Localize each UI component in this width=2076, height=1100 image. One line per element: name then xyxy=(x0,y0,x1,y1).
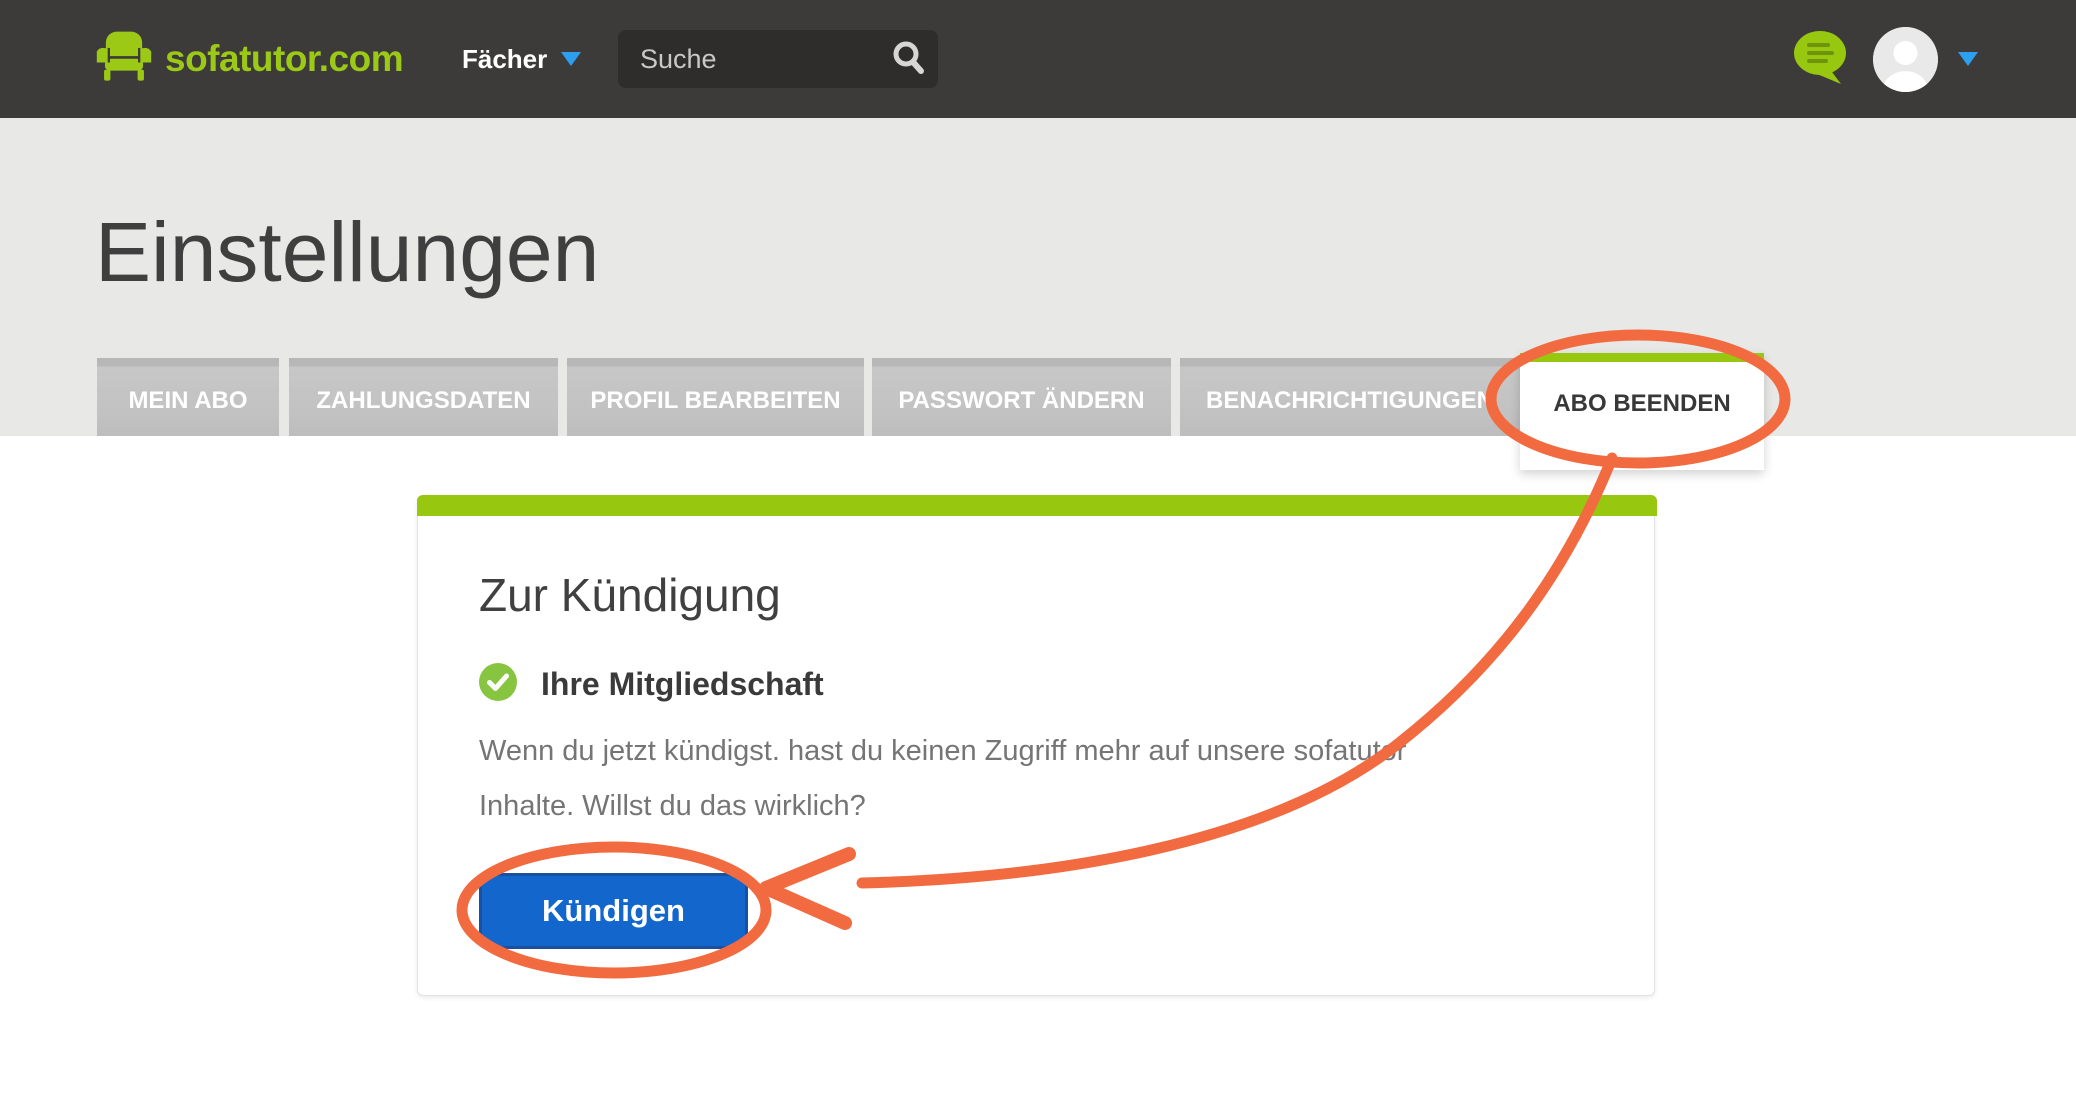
cancellation-card: Zur Kündigung Ihre Mitgliedschaft Wenn d… xyxy=(417,495,1655,996)
top-navbar: sofatutor.com Fächer xyxy=(0,0,2076,118)
nav-subjects-menu[interactable]: Fächer xyxy=(462,0,581,118)
page-title: Einstellungen xyxy=(95,210,599,294)
chevron-down-icon xyxy=(561,52,581,66)
sofa-icon xyxy=(95,28,153,91)
tab-mein-abo[interactable]: MEIN ABO xyxy=(97,358,279,436)
sofatutor-logo[interactable]: sofatutor.com xyxy=(95,0,403,118)
tab-passwort-aendern[interactable]: PASSWORT ÄNDERN xyxy=(872,358,1171,436)
settings-page: sofatutor.com Fächer xyxy=(0,0,2076,1100)
search-icon[interactable] xyxy=(880,30,938,88)
chat-bubble-icon[interactable] xyxy=(1791,28,1853,91)
tab-abo-beenden[interactable]: ABO BEENDEN xyxy=(1520,353,1764,470)
header-right-controls xyxy=(1791,0,1978,118)
search-box xyxy=(618,30,938,88)
avatar[interactable] xyxy=(1873,27,1938,92)
cancel-subscription-button[interactable]: Kündigen xyxy=(479,873,748,949)
card-body-text: Inhalte. Willst du das wirklich? xyxy=(479,789,866,824)
logo-wordmark: sofatutor.com xyxy=(165,38,403,80)
membership-status-row: Ihre Mitgliedschaft xyxy=(479,663,824,706)
tab-benachrichtigungen[interactable]: BENACHRICHTIGUNGEN xyxy=(1180,358,1520,436)
tab-profil-bearbeiten[interactable]: PROFIL BEARBEITEN xyxy=(567,358,864,436)
tab-zahlungsdaten[interactable]: ZAHLUNGSDATEN xyxy=(289,358,558,436)
membership-heading: Ihre Mitgliedschaft xyxy=(541,666,824,703)
search-input[interactable] xyxy=(618,44,880,75)
subjects-label: Fächer xyxy=(462,44,547,75)
check-circle-icon xyxy=(479,663,517,706)
card-accent-bar xyxy=(417,495,1657,516)
chevron-down-icon[interactable] xyxy=(1958,52,1978,66)
card-body-text: Wenn du jetzt kündigst. hast du keinen Z… xyxy=(479,734,1406,769)
card-title: Zur Kündigung xyxy=(479,568,781,623)
